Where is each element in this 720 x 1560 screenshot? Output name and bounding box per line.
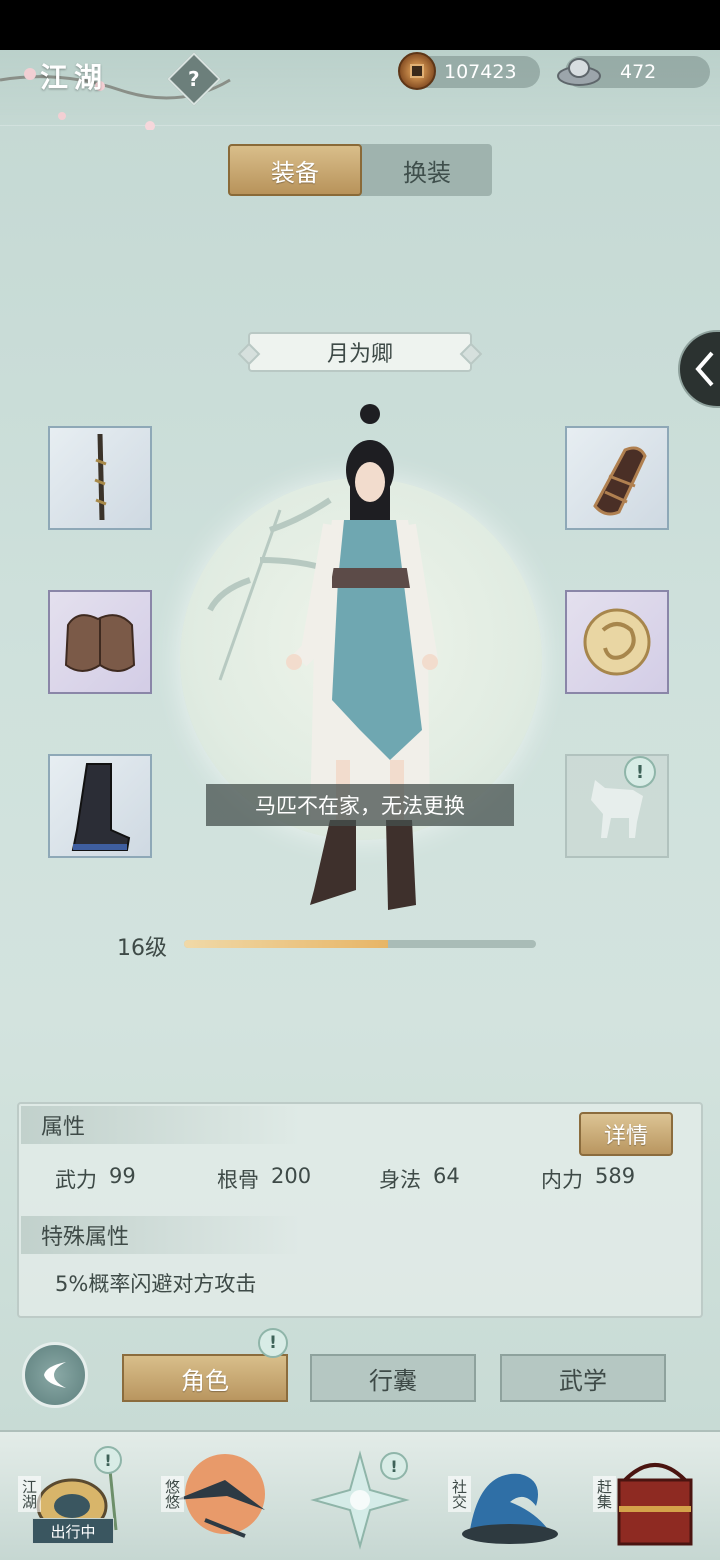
level-label: 16级 bbox=[117, 936, 167, 961]
details-button[interactable]: 详情 bbox=[579, 1112, 673, 1156]
stat-constitution: 根骨 200 bbox=[217, 1164, 311, 1194]
slot-armor[interactable] bbox=[48, 590, 152, 694]
tab-equip[interactable]: 装备 bbox=[228, 144, 362, 196]
dock-center[interactable]: ! bbox=[300, 1440, 430, 1556]
stat-name: 武力 bbox=[55, 1168, 97, 1192]
stat-value: 589 bbox=[595, 1164, 636, 1188]
stat-value: 64 bbox=[433, 1164, 460, 1188]
slot-boots[interactable] bbox=[48, 754, 152, 858]
horse-alert-icon: ! bbox=[624, 756, 656, 788]
dock-label: 社交 bbox=[448, 1476, 471, 1512]
dock-label: 赶集 bbox=[593, 1476, 616, 1512]
bracer-icon bbox=[593, 446, 647, 516]
coin-amount: 107423 bbox=[444, 61, 517, 83]
dock-social[interactable]: 社交 bbox=[440, 1440, 570, 1556]
attributes-header: 属性 bbox=[21, 1106, 301, 1144]
dock-label: 江湖 bbox=[18, 1476, 41, 1512]
boots-icon bbox=[71, 763, 131, 851]
nav-martial-arts[interactable]: 武学 bbox=[500, 1354, 666, 1402]
question-icon: ? bbox=[188, 66, 200, 91]
special-attributes-header: 特殊属性 bbox=[21, 1216, 301, 1254]
copper-coin-icon bbox=[398, 52, 436, 90]
page-title: 江湖 bbox=[40, 61, 109, 94]
dock-youyou[interactable]: 悠悠 bbox=[155, 1440, 285, 1556]
jianghu-alert-icon: ! bbox=[94, 1446, 122, 1474]
back-arrow-icon bbox=[44, 1362, 66, 1388]
silver-amount: 472 bbox=[620, 61, 657, 83]
silver-ingot-icon bbox=[557, 58, 601, 86]
attributes-panel: 属性 详情 武力 99 根骨 200 身法 64 内力 589 特殊属性 5%概… bbox=[17, 1102, 703, 1318]
slot-accessory[interactable] bbox=[565, 590, 669, 694]
jade-pendant-icon bbox=[583, 608, 651, 676]
character-figure bbox=[286, 404, 438, 910]
special-attribute-text: 5%概率闪避对方攻击 bbox=[55, 1272, 257, 1296]
chevron-left-icon bbox=[695, 351, 714, 387]
status-badge: 出行中 bbox=[32, 1518, 114, 1544]
stat-inner-power: 内力 589 bbox=[541, 1164, 635, 1194]
level-progress-fill bbox=[184, 940, 389, 948]
equipment-tabs: 装备 换装 bbox=[228, 144, 492, 196]
nav-character[interactable]: 角色 bbox=[122, 1354, 288, 1402]
nav-inventory[interactable]: 行囊 bbox=[310, 1354, 476, 1402]
stat-name: 身法 bbox=[379, 1168, 421, 1192]
armor-icon bbox=[64, 614, 136, 672]
dock-market[interactable]: 赶集 bbox=[585, 1440, 715, 1556]
stat-agility: 身法 64 bbox=[379, 1164, 460, 1194]
character-name: 月为卿 bbox=[248, 332, 472, 372]
stat-name: 根骨 bbox=[217, 1168, 259, 1192]
dock-label: 悠悠 bbox=[161, 1476, 184, 1512]
center-alert-icon: ! bbox=[380, 1452, 408, 1480]
toast-message: 马匹不在家，无法更换 bbox=[206, 784, 514, 826]
back-button[interactable] bbox=[22, 1342, 88, 1408]
weapon-icon bbox=[94, 433, 107, 521]
stat-value: 99 bbox=[109, 1164, 136, 1188]
level-progress-bar bbox=[184, 940, 536, 948]
slot-weapon[interactable] bbox=[48, 426, 152, 530]
status-bar bbox=[0, 0, 720, 50]
stat-value: 200 bbox=[271, 1164, 312, 1188]
character-alert-icon: ! bbox=[258, 1328, 288, 1358]
stat-martial: 武力 99 bbox=[55, 1164, 136, 1194]
slot-bracer[interactable] bbox=[565, 426, 669, 530]
tab-outfit[interactable]: 换装 bbox=[362, 144, 492, 196]
stat-name: 内力 bbox=[541, 1168, 583, 1192]
